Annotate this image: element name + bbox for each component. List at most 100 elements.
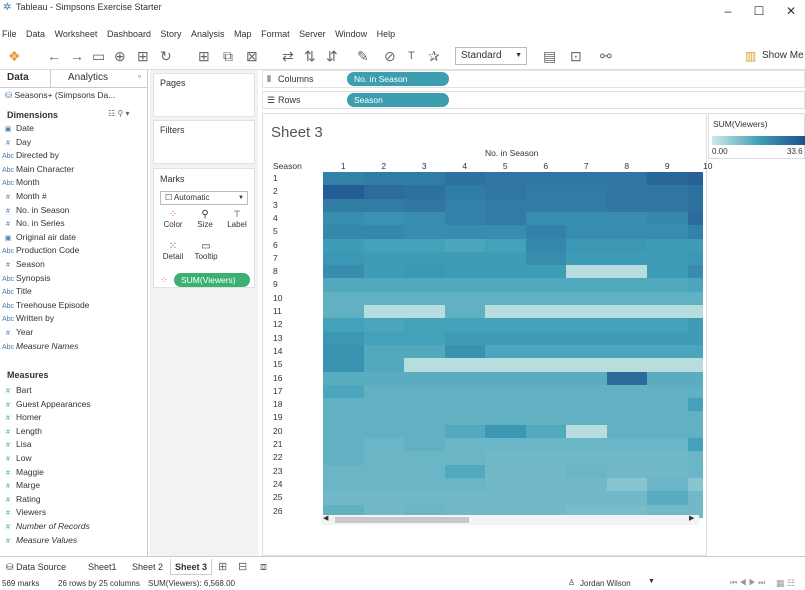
heatmap-cell[interactable] (485, 211, 526, 226)
heatmap-cell[interactable] (404, 318, 445, 333)
heatmap-cell[interactable] (323, 398, 364, 412)
heatmap-cell[interactable] (647, 318, 688, 333)
heatmap-cell[interactable] (566, 451, 607, 466)
heatmap-cell[interactable] (363, 344, 405, 359)
pin-axes-icon[interactable]: ✰ (428, 47, 440, 65)
heatmap-cell[interactable] (323, 318, 364, 333)
heatmap-cell[interactable] (525, 198, 567, 213)
group-icon[interactable]: ⊘ (384, 47, 396, 65)
heatmap-cell[interactable] (404, 251, 445, 266)
menu-analysis[interactable]: Analysis (191, 29, 225, 39)
heatmap-cell[interactable] (323, 198, 364, 213)
heatmap-cell[interactable] (566, 318, 607, 333)
heatmap-cell[interactable] (323, 491, 364, 505)
heatmap-cell[interactable] (606, 344, 648, 359)
dimension-field[interactable]: Abc Written by (0, 312, 146, 326)
heatmap-cell[interactable] (566, 491, 607, 505)
status-user[interactable]: Jordan Wilson (580, 579, 631, 588)
heatmap-cell[interactable] (525, 344, 567, 359)
heatmap-cell[interactable] (404, 398, 445, 412)
menu-map[interactable]: Map (234, 29, 252, 39)
heatmap-cell[interactable] (404, 438, 445, 452)
clear-sheet-icon[interactable]: ⊠ (246, 47, 258, 65)
heatmap-cell[interactable] (606, 438, 648, 452)
heatmap-cell[interactable] (323, 331, 364, 346)
heatmap-cell[interactable] (404, 411, 445, 426)
heatmap-cell[interactable] (323, 477, 364, 492)
heatmap-cell[interactable] (525, 211, 567, 226)
heatmap-cell[interactable] (566, 477, 607, 492)
heatmap-cell[interactable] (687, 411, 703, 426)
heatmap-cell[interactable] (323, 278, 364, 293)
heatmap-cell[interactable] (485, 265, 526, 279)
heatmap-cell[interactable] (444, 265, 486, 279)
heatmap-cell[interactable] (525, 331, 567, 346)
heatmap-cell[interactable] (525, 278, 567, 293)
heatmap-cell[interactable] (363, 278, 405, 293)
sheet-nav-icon[interactable]: ⏮ ◀ ▶ ⏭ (730, 578, 765, 588)
heatmap-cell[interactable] (525, 238, 567, 253)
dimension-field[interactable]: Abc Main Character (0, 163, 146, 177)
heatmap-cell[interactable] (687, 398, 703, 412)
heatmap-cell[interactable] (444, 238, 486, 253)
maximize-button[interactable]: ☐ (745, 0, 773, 22)
heatmap-cell[interactable] (444, 438, 486, 452)
heatmap-cell[interactable] (444, 411, 486, 426)
heatmap-cell[interactable] (687, 172, 703, 186)
heatmap-cell[interactable] (687, 424, 703, 439)
heatmap-cell[interactable] (404, 185, 445, 200)
heatmap-cell[interactable] (485, 398, 526, 412)
heatmap-cell[interactable] (444, 305, 486, 319)
heatmap-cell[interactable] (444, 464, 486, 479)
heatmap-cell[interactable] (687, 477, 703, 492)
heatmap-cell[interactable] (323, 265, 364, 279)
scroll-right-icon[interactable]: ▶ (689, 514, 694, 522)
heatmap-cell[interactable] (404, 424, 445, 439)
dimension-field[interactable]: Abc Month (0, 176, 146, 190)
heatmap-cell[interactable] (444, 185, 486, 200)
heatmap-cell[interactable] (566, 398, 607, 412)
heatmap-cell[interactable] (404, 344, 445, 359)
show-me-icon[interactable]: ▥ (745, 47, 756, 65)
heatmap-cell[interactable] (404, 464, 445, 479)
heatmap-cell[interactable] (525, 265, 567, 279)
dimension-field[interactable]: Abc Treehouse Episode (0, 299, 146, 313)
heatmap-cell[interactable] (566, 411, 607, 426)
heatmap-cell[interactable] (566, 198, 607, 213)
new-worksheet-tab-icon[interactable]: ⊞ (214, 559, 231, 575)
measure-field[interactable]: # Length (0, 425, 146, 439)
sort-ascending-icon[interactable]: ⇅ (304, 47, 316, 65)
heatmap-cell[interactable] (525, 371, 567, 386)
new-worksheet-icon[interactable]: ⊞ (137, 47, 149, 65)
heatmap-cell[interactable] (647, 331, 688, 346)
heatmap-cell[interactable] (647, 265, 688, 279)
heatmap-cell[interactable] (323, 384, 364, 399)
heatmap-cell[interactable] (363, 371, 405, 386)
heatmap-cell[interactable] (647, 198, 688, 213)
menu-worksheet[interactable]: Worksheet (55, 29, 98, 39)
heatmap-cell[interactable] (485, 384, 526, 399)
scroll-left-icon[interactable]: ◀ (323, 514, 328, 522)
new-dashboard-tab-icon[interactable]: ⊟ (234, 559, 251, 575)
heatmap-cell[interactable] (444, 384, 486, 399)
season-pill[interactable]: Season (347, 93, 449, 107)
heatmap-cell[interactable] (525, 451, 567, 466)
menu-story[interactable]: Story (160, 29, 181, 39)
heatmap-cell[interactable] (606, 185, 648, 200)
measure-field[interactable]: # Lisa (0, 438, 146, 452)
heatmap-cell[interactable] (525, 384, 567, 399)
show-me-button[interactable]: Show Me (762, 50, 804, 61)
heatmap-cell[interactable] (363, 438, 405, 452)
heatmap-cell[interactable] (363, 291, 405, 306)
dimension-field[interactable]: ▣ Date (0, 122, 146, 136)
measure-field[interactable]: # Rating (0, 493, 146, 507)
heatmap-cell[interactable] (647, 424, 688, 439)
heatmap-cell[interactable] (404, 305, 445, 319)
heatmap-cell[interactable] (444, 477, 486, 492)
heatmap-cell[interactable] (647, 398, 688, 412)
heatmap-cell[interactable] (404, 198, 445, 213)
heatmap-cell[interactable] (606, 291, 648, 306)
heatmap-cell[interactable] (444, 318, 486, 333)
heatmap-cell[interactable] (647, 225, 688, 239)
undo-icon[interactable]: ← (47, 47, 61, 65)
